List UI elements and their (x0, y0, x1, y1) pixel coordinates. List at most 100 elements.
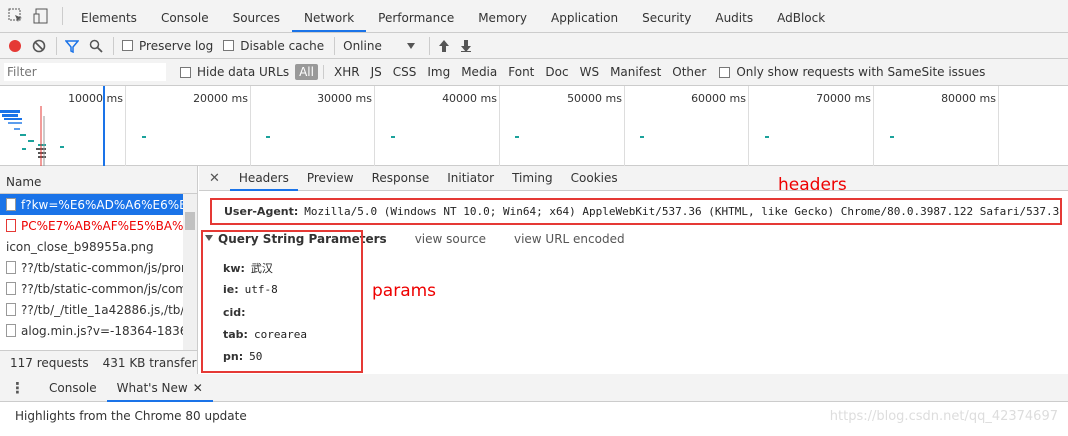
request-list-scrollbar[interactable] (183, 194, 197, 350)
tab-response[interactable]: Response (363, 171, 439, 185)
tab-sources[interactable]: Sources (221, 11, 292, 32)
filter-type-other[interactable]: Other (668, 64, 710, 80)
filter-type-manifest[interactable]: Manifest (606, 64, 665, 80)
headers-annotation: headers (778, 175, 847, 195)
filter-type-img[interactable]: Img (423, 64, 454, 80)
import-har-button[interactable] (438, 39, 450, 53)
filter-type-xhr[interactable]: XHR (330, 64, 364, 80)
timeline-tick-label: 30000 ms (317, 92, 372, 105)
timeline-request-mark (391, 136, 395, 138)
filter-type-ws[interactable]: WS (576, 64, 603, 80)
request-name: ??/tb/static-common/js/com.. (21, 281, 195, 296)
timeline-request-mark (765, 136, 769, 138)
network-toolbar: Preserve log Disable cache Online (0, 33, 1068, 59)
tab-headers[interactable]: Headers (229, 165, 298, 191)
user-agent-header-row: User-Agent: Mozilla/5.0 (Windows NT 10.0… (210, 198, 1062, 225)
script-icon (6, 261, 16, 274)
filter-type-all[interactable]: All (295, 64, 318, 80)
request-list: Name f?kw=%E6%AD%A6%E6%B1% PC%E7%AB%AF%E… (0, 166, 198, 374)
filter-type-js[interactable]: JS (367, 64, 386, 80)
request-row[interactable]: ??/tb/static-common/js/prom (0, 257, 197, 278)
param-value: 50 (249, 350, 263, 363)
record-icon (9, 39, 21, 52)
filter-type-doc[interactable]: Doc (541, 64, 572, 80)
request-row[interactable]: PC%E7%AB%AF%E5%BA%95. (0, 215, 197, 236)
timeline-tick-label: 40000 ms (442, 92, 497, 105)
checkbox[interactable] (122, 40, 133, 51)
filter-toggle-button[interactable] (65, 39, 79, 53)
device-toolbar-icon[interactable] (32, 6, 52, 26)
drawer-tab-whats-new[interactable]: What's New ✕ (106, 374, 213, 402)
hide-data-urls-checkbox[interactable]: Hide data URLs (180, 65, 289, 79)
timeline-gridline (748, 86, 749, 166)
request-row[interactable]: icon_close_b98955a.png (0, 236, 197, 257)
clear-button[interactable] (32, 39, 46, 53)
document-icon (6, 198, 16, 211)
record-button[interactable] (8, 39, 22, 53)
checkbox[interactable] (719, 66, 731, 78)
timeline-gridline (125, 86, 126, 166)
timeline-gridline (624, 86, 625, 166)
network-overview-timeline[interactable]: 10000 ms 20000 ms 30000 ms 40000 ms 5000… (0, 86, 1068, 166)
close-tab-icon[interactable]: ✕ (193, 381, 203, 395)
preserve-log-checkbox[interactable]: Preserve log (122, 39, 213, 53)
divider (62, 7, 63, 25)
filter-type-font[interactable]: Font (504, 64, 538, 80)
tab-performance[interactable]: Performance (366, 11, 466, 32)
tab-memory[interactable]: Memory (466, 11, 539, 32)
filter-type-media[interactable]: Media (457, 64, 501, 80)
request-name: f?kw=%E6%AD%A6%E6%B1% (21, 197, 197, 212)
request-name: ??/tb/_/title_1a42886.js,/tb/_/t (21, 302, 197, 317)
export-har-button[interactable] (460, 39, 472, 53)
tab-adblock[interactable]: AdBlock (765, 11, 837, 32)
timeline-gridline (998, 86, 999, 166)
disable-cache-checkbox[interactable]: Disable cache (223, 39, 324, 53)
param-key: tab: (223, 328, 248, 341)
filter-input[interactable] (4, 63, 166, 81)
param-key: ie: (223, 283, 239, 296)
timeline-tick-label: 60000 ms (691, 92, 746, 105)
query-param-row: ie: utf-8 (223, 282, 278, 296)
tab-security[interactable]: Security (630, 11, 703, 32)
timeline-tick-label: 80000 ms (941, 92, 996, 105)
timeline-request-bars (0, 86, 105, 166)
request-row[interactable]: alog.min.js?v=-18364-18364 (0, 320, 197, 341)
checkbox[interactable] (180, 66, 191, 78)
divider (429, 36, 431, 55)
name-column-header[interactable]: Name (0, 166, 197, 194)
timeline-tick-label: 20000 ms (193, 92, 248, 105)
request-count: 117 requests (10, 355, 89, 370)
tab-audits[interactable]: Audits (703, 11, 765, 32)
tab-application[interactable]: Application (539, 11, 630, 32)
param-key: kw: (223, 262, 245, 275)
search-button[interactable] (89, 39, 103, 53)
tab-timing[interactable]: Timing (503, 171, 562, 185)
request-row[interactable]: ??/tb/_/title_1a42886.js,/tb/_/t (0, 299, 197, 320)
scrollbar-thumb[interactable] (185, 212, 195, 230)
image-icon (6, 219, 16, 232)
query-param-row: cid: (223, 305, 252, 319)
close-detail-icon[interactable]: ✕ (205, 171, 224, 186)
view-source-link[interactable]: view source (415, 232, 486, 246)
view-url-encoded-link[interactable]: view URL encoded (514, 232, 625, 246)
divider (56, 36, 57, 55)
tab-network[interactable]: Network (292, 11, 367, 32)
tab-preview[interactable]: Preview (298, 171, 363, 185)
throttle-select[interactable]: Online (343, 39, 416, 53)
tab-elements[interactable]: Elements (69, 11, 149, 32)
checkbox[interactable] (223, 40, 235, 51)
more-menu-icon[interactable]: ⋮ (10, 379, 25, 397)
tab-console[interactable]: Console (149, 11, 221, 32)
main-tab-bar: Elements Console Sources Network Perform… (0, 0, 1068, 33)
inspect-element-icon[interactable] (6, 6, 26, 26)
request-row[interactable]: ??/tb/static-common/js/com.. (0, 278, 197, 299)
tab-initiator[interactable]: Initiator (438, 171, 503, 185)
tab-cookies[interactable]: Cookies (562, 171, 627, 185)
drawer-tab-bar: ⋮ Console What's New ✕ (0, 374, 1068, 402)
request-row[interactable]: f?kw=%E6%AD%A6%E6%B1% (0, 194, 197, 215)
filter-bar: Hide data URLs All XHR JS CSS Img Media … (0, 59, 1068, 86)
query-param-row: pn: 50 (223, 349, 262, 363)
filter-type-css[interactable]: CSS (389, 64, 421, 80)
samesite-checkbox[interactable]: Only show requests with SameSite issues (719, 65, 985, 79)
drawer-tab-console[interactable]: Console (39, 381, 107, 395)
